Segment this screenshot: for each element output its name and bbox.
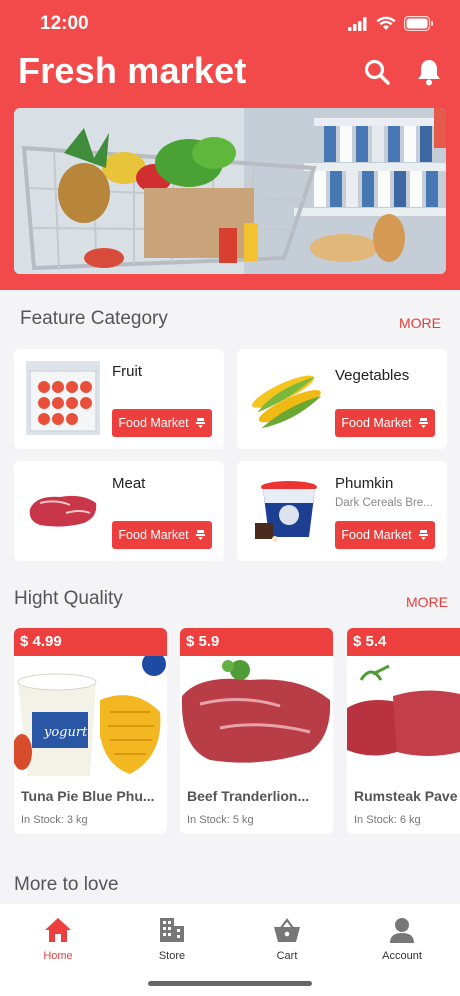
header-actions [362,57,444,87]
product-stock: In Stock: 3 kg [21,814,88,826]
category-name: Vegetables [335,367,410,384]
home-indicator [148,981,312,986]
feature-more-link[interactable]: MORE [399,315,441,331]
account-icon [390,918,414,943]
product-name: Rumsteak Pave [354,788,458,804]
product-name: Beef Tranderlion... [187,788,310,804]
meat-image [26,473,100,547]
signal-icon [348,16,367,31]
home-icon [45,918,71,942]
beef-product-image [180,656,333,780]
product-stock: In Stock: 6 kg [354,814,421,826]
market-icon [418,418,428,428]
category-name: Phumkin [335,475,394,492]
food-market-button[interactable]: Food Market [112,409,212,437]
wifi-icon [376,16,396,30]
jar-label: yogurt [43,725,88,740]
food-market-label: Food Market [341,416,412,430]
product-price: $ 5.4 [347,628,460,656]
app-title: Fresh market [18,50,247,91]
nav-account[interactable]: Account [352,912,452,970]
product-price: $ 4.99 [14,628,167,656]
nav-account-label: Account [382,950,422,962]
food-market-button[interactable]: Food Market [112,521,212,549]
basket-icon [274,918,300,942]
nav-home[interactable]: Home [8,912,108,970]
banner-image [14,108,446,274]
nav-cart-label: Cart [276,950,298,962]
yogurt-cup-image [249,473,323,547]
search-icon [364,59,390,85]
product-name: Tuna Pie Blue Phu... [21,788,155,804]
market-icon [195,418,205,428]
nav-store-label: Store [158,950,186,962]
food-market-label: Food Market [118,416,189,430]
status-time: 12:00 [40,13,89,34]
fruit-image [26,361,100,435]
rumsteak-product-image [347,656,460,780]
product-stock: In Stock: 5 kg [187,814,254,826]
feature-category-title: Feature Category [20,308,168,329]
battery-icon [404,16,433,31]
more-to-love-title: More to love [14,874,119,895]
search-button[interactable] [362,57,392,87]
promo-banner[interactable] [14,108,446,274]
food-market-label: Food Market [118,528,189,542]
nav-store[interactable]: Store [122,912,222,970]
category-name: Meat [112,475,146,492]
status-icons [348,16,434,31]
app-header: 12:00 Fresh market [0,0,460,290]
quality-section-title: Hight Quality [14,588,123,609]
bell-icon [418,60,440,86]
category-name: Fruit [112,363,142,380]
product-price: $ 5.9 [180,628,333,656]
notifications-button[interactable] [414,57,444,87]
quality-more-link[interactable]: MORE [406,594,448,610]
nav-cart[interactable]: Cart [237,912,337,970]
product-card[interactable]: $ 5.9 Beef Tranderlion... In Stock: 5 kg [180,628,333,834]
product-card[interactable]: $ 4.99 yogurt Tuna Pie Blue Phu... In St… [14,628,167,834]
market-icon [195,530,205,540]
category-subtitle: Dark Cereals Bre... [335,497,433,509]
market-icon [418,530,428,540]
nav-home-label: Home [43,950,73,962]
yogurt-product-image: yogurt [14,656,167,780]
category-card-phumkin[interactable]: Phumkin Dark Cereals Bre... Food Market [237,461,447,561]
category-card-meat[interactable]: Meat Food Market [14,461,224,561]
status-bar: 12:00 [0,0,460,50]
food-market-button[interactable]: Food Market [335,521,435,549]
category-card-vegetables[interactable]: Vegetables Food Market [237,349,447,449]
corn-image [249,361,323,435]
food-market-button[interactable]: Food Market [335,409,435,437]
product-card[interactable]: $ 5.4 Rumsteak Pave In Stock: 6 kg [347,628,460,834]
food-market-label: Food Market [341,528,412,542]
store-icon [160,918,184,942]
category-card-fruit[interactable]: Fruit Food Market [14,349,224,449]
